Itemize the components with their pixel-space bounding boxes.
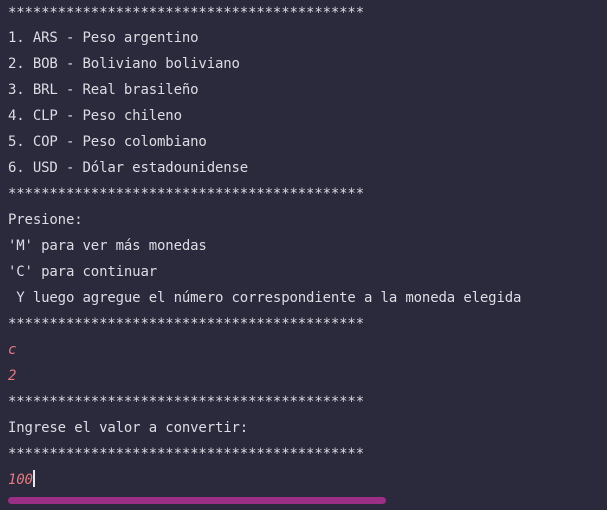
prompt-instruction: Y luego agregue el número correspondient…	[8, 290, 522, 306]
user-input-line: 2	[8, 368, 17, 384]
currency-option-bob: 2. BOB - Boliviano boliviano	[8, 56, 240, 72]
prompt-more-currencies: 'M' para ver más monedas	[8, 238, 207, 254]
current-input-line[interactable]: 100	[8, 467, 35, 493]
currency-option-clp: 4. CLP - Peso chileno	[8, 108, 182, 124]
user-input-line: c	[8, 342, 17, 358]
currency-option-ars: 1. ARS - Peso argentino	[8, 30, 199, 46]
currency-option-cop: 5. COP - Peso colombiano	[8, 134, 207, 150]
horizontal-scrollbar-thumb[interactable]	[8, 497, 386, 504]
separator-line: ****************************************…	[8, 394, 364, 410]
text-caret	[32, 470, 35, 487]
separator-line: ****************************************…	[8, 5, 364, 21]
prompt-continue: 'C' para continuar	[8, 264, 158, 280]
console-output[interactable]: ****************************************…	[0, 0, 607, 510]
currency-option-usd: 6. USD - Dólar estadounidense	[8, 160, 249, 176]
currency-option-brl: 3. BRL - Real brasileño	[8, 82, 199, 98]
value-prompt: Ingrese el valor a convertir:	[8, 420, 249, 436]
separator-line: ****************************************…	[8, 446, 364, 462]
current-input-value: 100	[8, 472, 33, 488]
separator-line: ****************************************…	[8, 186, 364, 202]
prompt-header: Presione:	[8, 212, 83, 228]
separator-line: ****************************************…	[8, 316, 364, 332]
